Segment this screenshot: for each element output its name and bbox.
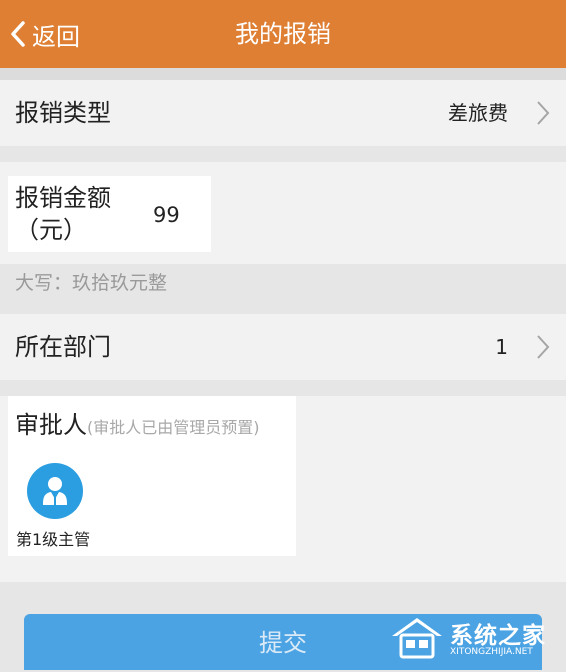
department-label: 所在部门 — [15, 333, 111, 361]
amount-row: 报销金额（元） 99 — [0, 162, 566, 264]
navigation-bar: 返回 我的报销 — [0, 0, 566, 68]
user-icon — [43, 477, 67, 505]
amount-label: 报销金额（元） — [15, 184, 111, 244]
page-title: 我的报销 — [235, 20, 331, 48]
department-value: 1 — [495, 335, 508, 359]
watermark-text: 系统之家 — [450, 623, 546, 649]
expense-type-label: 报销类型 — [15, 99, 111, 127]
amount-uppercase-text: 大写：玖拾玖元整 — [15, 272, 168, 294]
amount-field-box[interactable]: 报销金额（元） 99 — [8, 176, 211, 252]
approver-box: 审批人(审批人已由管理员预置) 第1级主管 — [8, 396, 296, 556]
approver-title: 审批人 — [15, 411, 87, 439]
house-logo-icon — [392, 618, 442, 659]
approver-label: 审批人(审批人已由管理员预置) — [15, 410, 260, 443]
department-row[interactable]: 所在部门 1 — [0, 314, 566, 380]
approver-avatar[interactable] — [27, 463, 83, 519]
approver-row: 审批人(审批人已由管理员预置) 第1级主管 — [0, 396, 566, 582]
amount-input[interactable]: 99 — [153, 199, 180, 231]
approver-name: 第1级主管 — [16, 530, 91, 549]
chevron-right-icon — [537, 101, 550, 125]
watermark-url: XITONGZHIJIA.NET — [450, 647, 533, 657]
watermark-logo: 系统之家 XITONGZHIJIA.NET — [388, 612, 558, 664]
approver-hint: (审批人已由管理员预置) — [87, 418, 260, 437]
expense-type-row[interactable]: 报销类型 差旅费 — [0, 80, 566, 146]
expense-type-value: 差旅费 — [448, 101, 508, 125]
chevron-right-icon — [537, 335, 550, 359]
top-divider — [0, 68, 566, 80]
